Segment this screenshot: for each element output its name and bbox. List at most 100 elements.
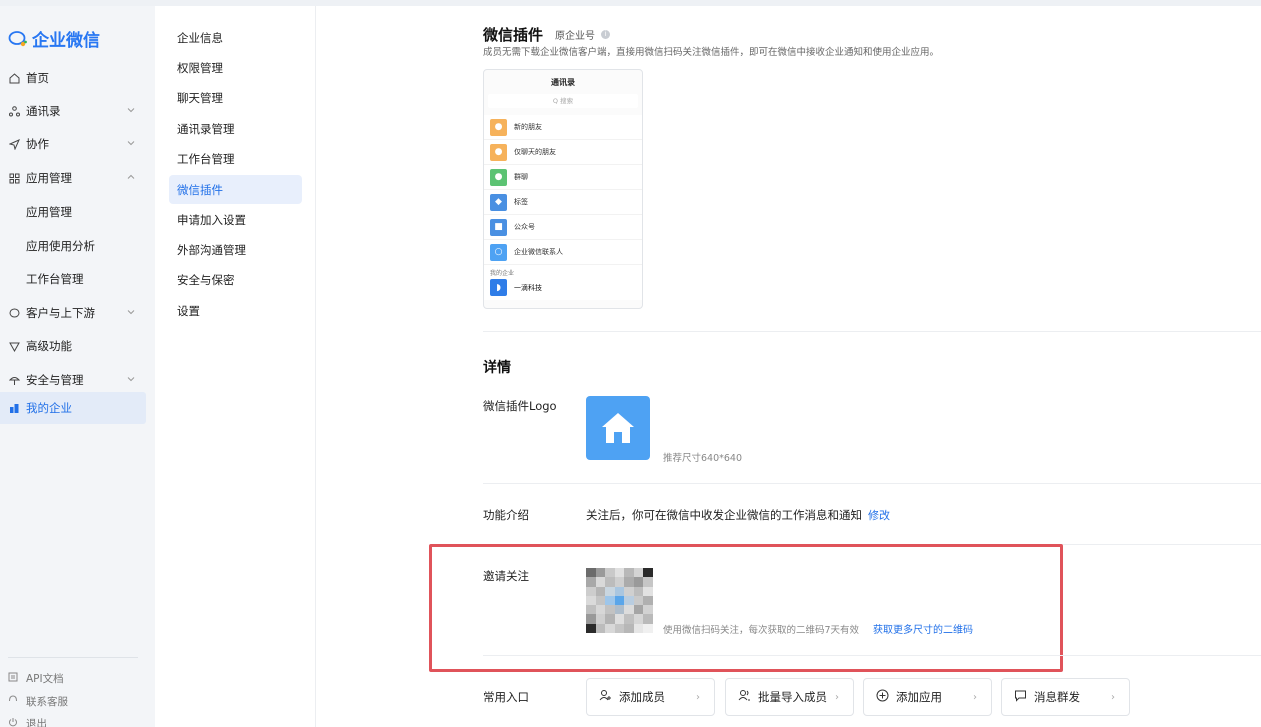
contacts-icon [8, 105, 20, 117]
subnav-label: 外部沟通管理 [177, 242, 246, 257]
subnav-label: 权限管理 [177, 60, 223, 75]
nav-label: 协作 [26, 137, 49, 151]
subnav-item-company-info[interactable]: 企业信息 [169, 23, 302, 52]
subnav-label: 安全与保密 [177, 272, 235, 287]
preview-row-label: 一滴科技 [514, 283, 542, 292]
nav-label: 首页 [26, 71, 49, 85]
chevron-down-icon [126, 307, 136, 317]
brand-logo[interactable]: 企业微信 [8, 26, 100, 51]
preview-search: Q 搜索 [488, 94, 638, 108]
add-app-button[interactable]: 添加应用 › [863, 678, 992, 716]
support-link[interactable]: 联系客服 [8, 694, 68, 709]
broadcast-button[interactable]: 消息群发 › [1001, 678, 1130, 716]
preview-row-label: 新的朋友 [514, 123, 542, 131]
preview-row: ● 新的朋友 [484, 115, 642, 140]
preview-row: ○ 企业微信联系人 [484, 240, 642, 265]
subnav-label: 企业信息 [177, 30, 223, 45]
preview-row-label: 仅聊天的朋友 [514, 148, 556, 156]
bottom-link-label: 联系客服 [26, 696, 68, 708]
logo-hint: 推荐尺寸640*640 [663, 453, 743, 464]
phone-preview: 通讯录 Q 搜索 ● 新的朋友 ● 仅聊天的朋友 ● 群聊 ◆ 标签 ■ 公众号 ○ 企业微… [483, 69, 643, 309]
nav-label: 高级功能 [26, 339, 72, 353]
entries-label: 常用入口 [483, 690, 529, 704]
subnav-item-privacy[interactable]: 安全与保密 [169, 265, 302, 294]
chevron-up-icon [126, 172, 136, 182]
subnav-label: 微信插件 [177, 182, 223, 197]
nav-divider [8, 657, 138, 658]
intro-label: 功能介绍 [483, 508, 529, 522]
brand-name: 企业微信 [32, 31, 100, 51]
tag-icon: ◆ [490, 193, 507, 211]
page-description: 成员无需下载企业微信客户端，直接用微信扫码关注微信插件，即可在微信中接收企业通知… [483, 47, 940, 58]
nav-item-apps[interactable]: 应用管理 [0, 162, 146, 194]
plugin-logo[interactable] [586, 396, 650, 460]
chevron-down-icon [126, 105, 136, 115]
plus-circle-icon [876, 689, 890, 705]
premium-icon [8, 340, 20, 352]
nav-item-contacts[interactable]: 通讯录 [0, 95, 146, 127]
chat-bubble-icon [8, 307, 20, 319]
nav-label: 应用管理 [26, 205, 72, 219]
divider [483, 331, 1261, 332]
info-icon[interactable]: i [601, 30, 611, 39]
api-docs-link[interactable]: API文档 [8, 671, 64, 686]
page-title: 微信插件 [483, 26, 544, 44]
preview-title: 通讯录 [551, 78, 575, 87]
chevron-right-icon: › [1111, 691, 1115, 703]
subnav-item-chat[interactable]: 聊天管理 [169, 83, 302, 112]
title-row: 微信插件 原企业号 i [483, 24, 611, 45]
add-member-button[interactable]: 添加成员 › [586, 678, 715, 716]
preview-row: ◆ 标签 [484, 190, 642, 215]
preview-row-label: 公众号 [514, 223, 535, 231]
new-friend-icon: ● [490, 118, 507, 136]
nav-label: 工作台管理 [26, 272, 84, 286]
nav-item-app-manage[interactable]: 应用管理 [0, 196, 146, 228]
add-user-icon [599, 689, 613, 705]
logout-link[interactable]: 退出 [8, 716, 47, 727]
nav-label: 客户与上下游 [26, 306, 95, 320]
document-icon [8, 672, 20, 685]
page-subtitle: 原企业号 [555, 31, 596, 42]
collab-icon [8, 138, 20, 150]
company-icon [8, 402, 20, 414]
nav-item-app-analytics[interactable]: 应用使用分析 [0, 230, 146, 262]
subnav-item-external[interactable]: 外部沟通管理 [169, 235, 302, 264]
subnav-item-settings[interactable]: 设置 [169, 296, 302, 325]
subnav-item-permissions[interactable]: 权限管理 [169, 53, 302, 82]
entry-label: 添加应用 [896, 690, 942, 704]
chevron-right-icon: › [835, 691, 839, 703]
subnav-label: 聊天管理 [177, 90, 223, 105]
subnav-item-join-settings[interactable]: 申请加入设置 [169, 205, 302, 234]
users-icon [738, 689, 752, 705]
message-icon [1014, 689, 1028, 705]
subnav-item-workbench[interactable]: 工作台管理 [169, 144, 302, 173]
subnav-label: 工作台管理 [177, 151, 235, 166]
chat-friend-icon: ● [490, 143, 507, 161]
umbrella-icon [8, 374, 20, 386]
preview-row: ■ 公众号 [484, 215, 642, 240]
wecom-logo-icon [8, 30, 27, 46]
nav-item-my-company[interactable]: 我的企业 [0, 392, 146, 424]
bottom-link-label: API文档 [26, 673, 64, 685]
nav-item-customers[interactable]: 客户与上下游 [0, 297, 146, 329]
nav-label: 通讯录 [26, 104, 61, 118]
intro-edit-link[interactable]: 修改 [868, 507, 890, 523]
nav-item-home[interactable]: 首页 [0, 62, 146, 94]
main-content: 微信插件 原企业号 i 成员无需下载企业微信客户端，直接用微信扫码关注微信插件，… [316, 6, 1261, 727]
intro-text: 关注后，你可在微信中收发企业微信的工作消息和通知 [586, 508, 862, 522]
bulk-import-button[interactable]: 批量导入成员 › [725, 678, 854, 716]
chevron-down-icon [126, 138, 136, 148]
company-badge-icon: ◗ [490, 279, 507, 296]
subnav-item-wechat-plugin[interactable]: 微信插件 [169, 175, 302, 204]
nav-item-collab[interactable]: 协作 [0, 128, 146, 160]
entry-label: 添加成员 [619, 690, 665, 704]
preview-row-label: 群聊 [514, 173, 528, 181]
divider [483, 483, 1261, 484]
nav-item-workbench[interactable]: 工作台管理 [0, 263, 146, 295]
secondary-nav: 企业信息 权限管理 聊天管理 通讯录管理 工作台管理 微信插件 申请加入设置 外… [155, 6, 316, 727]
nav-item-premium[interactable]: 高级功能 [0, 330, 146, 362]
preview-list: ● 新的朋友 ● 仅聊天的朋友 ● 群聊 ◆ 标签 ■ 公众号 ○ 企业微信联系人 我的企业… [484, 115, 642, 300]
subnav-item-contacts[interactable]: 通讯录管理 [169, 114, 302, 143]
logo-label: 微信插件Logo [483, 399, 557, 413]
preview-row-label: 标签 [514, 198, 528, 206]
